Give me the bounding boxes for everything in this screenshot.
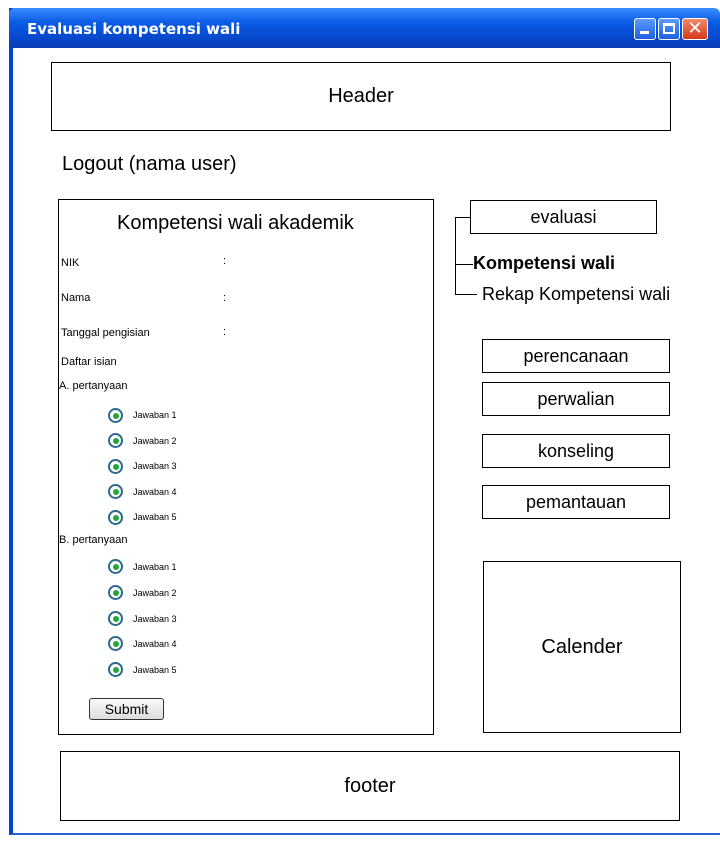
- radio-label: Jawaban 4: [133, 639, 177, 649]
- tree-connector: [455, 217, 456, 294]
- radio-a3[interactable]: [108, 459, 123, 474]
- header-box: Header: [51, 62, 671, 131]
- tree-connector: [455, 217, 470, 218]
- nav-pemantauan-label: pemantauan: [525, 491, 627, 512]
- radio-label: Jawaban 1: [133, 410, 177, 420]
- tree-connector: [455, 294, 477, 295]
- calendar-label: Calender: [541, 635, 623, 658]
- minimize-button[interactable]: [634, 18, 656, 40]
- footer-box: footer: [60, 751, 680, 821]
- radio-label: Jawaban 2: [133, 436, 177, 446]
- calendar-box[interactable]: Calender: [483, 561, 681, 733]
- nav-perwalian[interactable]: perwalian: [482, 382, 670, 416]
- field-sep-nama: :: [223, 292, 227, 304]
- radio-b3[interactable]: [108, 611, 123, 626]
- radio-label: Jawaban 5: [133, 512, 177, 522]
- logout-link[interactable]: Logout (nama user): [62, 153, 237, 176]
- footer-label: footer: [344, 774, 396, 797]
- section-title-b: B. pertanyaan: [59, 534, 128, 546]
- radio-label: Jawaban 1: [133, 562, 177, 572]
- radio-label: Jawaban 3: [133, 461, 177, 471]
- nav-perencanaan[interactable]: perencanaan: [482, 339, 670, 373]
- maximize-button[interactable]: [658, 18, 680, 40]
- close-button[interactable]: ✕: [682, 18, 708, 40]
- radio-b4[interactable]: [108, 636, 123, 651]
- radio-label: Jawaban 5: [133, 665, 177, 675]
- nav-konseling-label: konseling: [537, 440, 615, 461]
- radio-label: Jawaban 3: [133, 614, 177, 624]
- radio-label: Jawaban 4: [133, 487, 177, 497]
- list-title: Daftar isian: [61, 356, 117, 368]
- header-label: Header: [328, 85, 394, 107]
- nav-pemantauan[interactable]: pemantauan: [482, 485, 670, 519]
- section-title-a: A. pertanyaan: [59, 380, 128, 392]
- radio-a5[interactable]: [108, 510, 123, 525]
- field-label-nik: NIK: [61, 257, 80, 269]
- nav-kompetensi-wali[interactable]: Kompetensi wali: [473, 253, 615, 274]
- nav-perencanaan-label: perencanaan: [523, 345, 629, 366]
- radio-a1[interactable]: [108, 408, 123, 423]
- nav-konseling[interactable]: konseling: [482, 434, 670, 468]
- radio-b5[interactable]: [108, 662, 123, 677]
- window-title: Evaluasi kompetensi wali: [27, 20, 241, 38]
- nav-perwalian-label: perwalian: [537, 388, 615, 409]
- radio-b1[interactable]: [108, 559, 123, 574]
- nav-rekap-kompetensi[interactable]: Rekap Kompetensi wali: [482, 284, 670, 305]
- radio-a2[interactable]: [108, 433, 123, 448]
- radio-a4[interactable]: [108, 484, 123, 499]
- title-bar[interactable]: Evaluasi kompetensi wali ✕: [9, 8, 720, 48]
- field-sep-nik: :: [223, 255, 227, 267]
- close-icon: ✕: [687, 18, 703, 39]
- field-label-nama: Nama: [61, 292, 91, 304]
- nav-evaluasi[interactable]: evaluasi: [470, 200, 657, 234]
- form-title: Kompetensi wali akademik: [117, 212, 354, 234]
- submit-button[interactable]: Submit: [89, 698, 164, 720]
- radio-label: Jawaban 2: [133, 588, 177, 598]
- nav-evaluasi-label: evaluasi: [530, 206, 597, 227]
- field-sep-tanggal: :: [223, 326, 227, 338]
- field-label-tanggal: Tanggal pengisian: [61, 327, 150, 339]
- radio-b2[interactable]: [108, 585, 123, 600]
- tree-connector: [455, 264, 473, 265]
